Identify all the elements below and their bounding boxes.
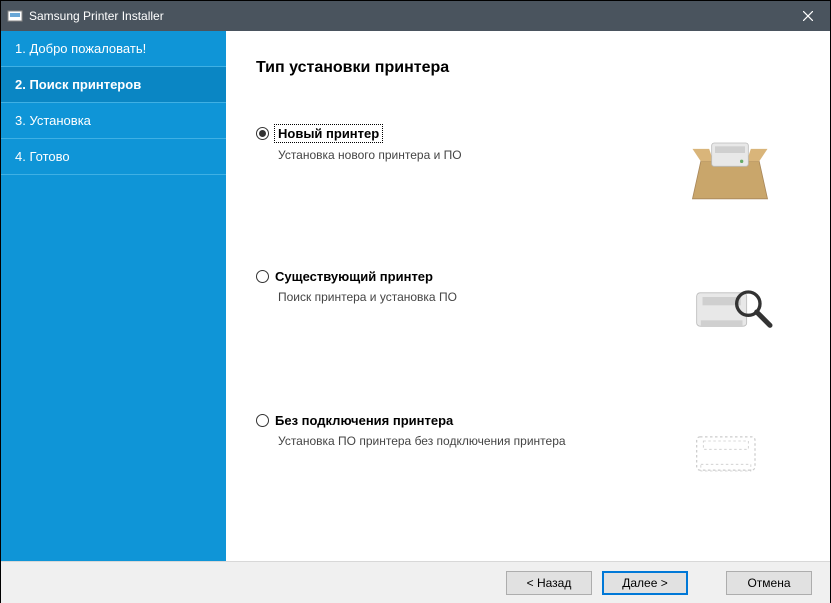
option-title: Существующий принтер [275,269,433,284]
main-panel: Тип установки принтера Новый принтер Уст… [226,31,830,561]
step-install: 3. Установка [1,103,226,139]
option-desc: Установка нового принтера и ПО [278,148,670,162]
option-desc: Поиск принтера и установка ПО [278,290,670,304]
footer: < Назад Далее > Отмена [1,561,830,603]
next-button[interactable]: Далее > [602,571,688,595]
radio-no-connection[interactable] [256,414,269,427]
printer-outline-icon [670,413,790,493]
option-title: Без подключения принтера [275,413,453,428]
sidebar: 1. Добро пожаловать! 2. Поиск принтеров … [1,31,226,561]
cancel-button[interactable]: Отмена [726,571,812,595]
printer-search-icon [670,269,790,349]
option-new-printer[interactable]: Новый принтер Установка нового принтера … [256,125,800,205]
step-welcome: 1. Добро пожаловать! [1,31,226,67]
printer-in-box-icon [670,125,790,205]
radio-new-printer[interactable] [256,127,269,140]
window-title: Samsung Printer Installer [29,9,164,23]
step-done: 4. Готово [1,139,226,175]
app-icon [7,8,23,24]
option-desc: Установка ПО принтера без подключения пр… [278,434,670,448]
close-button[interactable] [785,1,830,31]
back-button[interactable]: < Назад [506,571,592,595]
page-title: Тип установки принтера [256,59,800,77]
option-title: Новый принтер [275,125,382,142]
option-existing-printer[interactable]: Существующий принтер Поиск принтера и ус… [256,269,800,349]
radio-existing-printer[interactable] [256,270,269,283]
option-no-connection[interactable]: Без подключения принтера Установка ПО пр… [256,413,800,493]
titlebar: Samsung Printer Installer [1,1,830,31]
step-search: 2. Поиск принтеров [1,67,226,103]
